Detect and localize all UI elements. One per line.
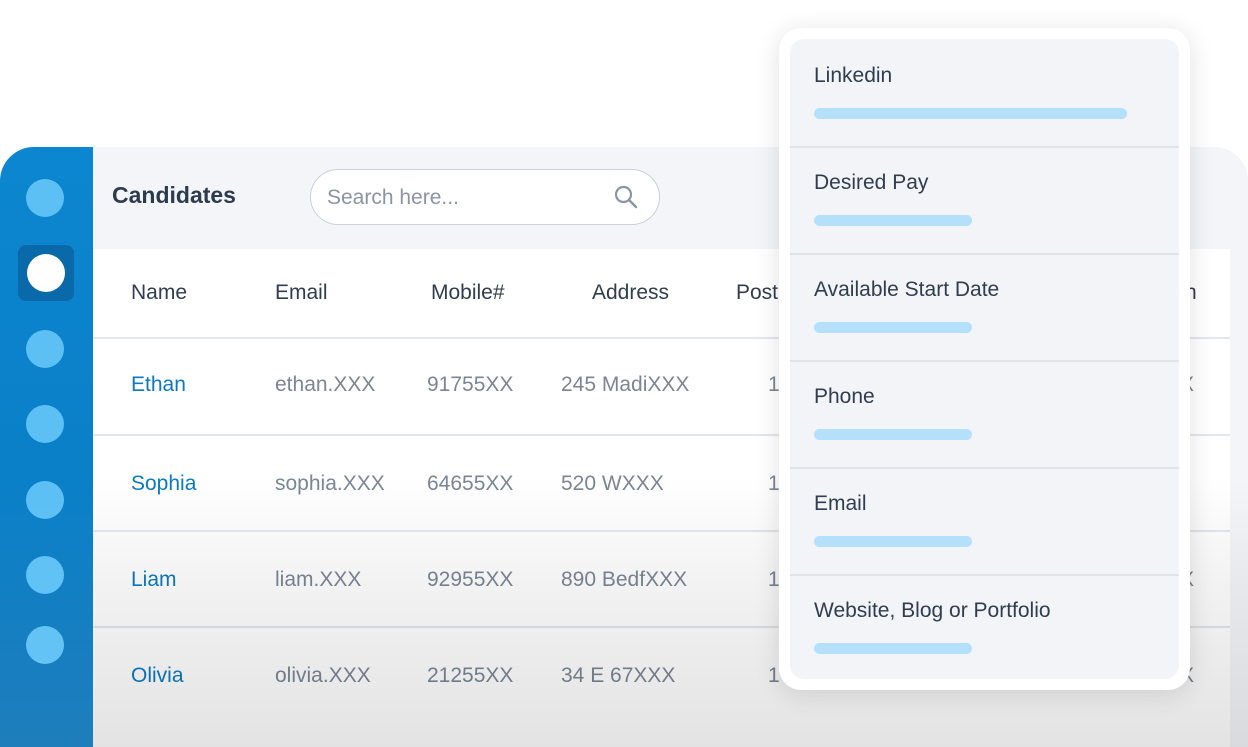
column-header-mobile[interactable]: Mobile# [431, 281, 505, 305]
sidebar-nav-item-7[interactable] [26, 626, 64, 664]
field-placeholder-bar [814, 215, 972, 226]
candidate-name-link[interactable]: Ethan [131, 373, 186, 397]
search-input[interactable]: Search here... [327, 186, 459, 210]
candidate-post: 1 [768, 664, 780, 687]
candidate-name-link[interactable]: Liam [131, 568, 177, 592]
field-option-desired-pay[interactable]: Desired Pay [790, 146, 1179, 255]
sidebar-nav-item-1[interactable] [26, 179, 64, 217]
field-placeholder-bar [814, 322, 972, 333]
candidate-name-link[interactable]: Sophia [131, 472, 196, 496]
field-placeholder-bar [814, 536, 972, 547]
candidate-address: 245 MadiXXX [561, 373, 690, 396]
sidebar-nav-item-active[interactable] [18, 245, 74, 301]
candidate-email: olivia.XXX [275, 664, 371, 687]
sidebar-nav-item-6[interactable] [26, 556, 64, 594]
field-label: Desired Pay [814, 171, 929, 194]
field-label: Email [814, 492, 867, 515]
field-placeholder-bar [814, 429, 972, 440]
page-title: Candidates [112, 182, 236, 208]
column-header-address[interactable]: Address [592, 281, 669, 305]
field-label: Available Start Date [814, 278, 1000, 301]
field-option-email[interactable]: Email [790, 467, 1179, 576]
active-nav-icon [27, 254, 65, 292]
column-header-post[interactable]: Post [736, 281, 778, 305]
candidate-mobile: 91755XX [427, 373, 514, 396]
field-option-phone[interactable]: Phone [790, 360, 1179, 469]
sidebar-nav-item-4[interactable] [26, 405, 64, 443]
field-placeholder-bar [814, 108, 1127, 119]
candidate-email: liam.XXX [275, 568, 362, 591]
candidate-address: 34 E 67XXX [561, 664, 676, 687]
candidate-mobile: 64655XX [427, 472, 514, 495]
candidate-name-link[interactable]: Olivia [131, 664, 184, 688]
candidate-email: sophia.XXX [275, 472, 385, 495]
candidate-post: 1 [768, 568, 780, 591]
candidate-email: ethan.XXX [275, 373, 376, 396]
field-placeholder-bar [814, 643, 972, 654]
sidebar-nav-item-5[interactable] [26, 481, 64, 519]
candidate-mobile: 21255XX [427, 664, 514, 687]
field-label: Website, Blog or Portfolio [814, 599, 1051, 622]
candidate-mobile: 92955XX [427, 568, 514, 591]
column-header-name[interactable]: Name [131, 281, 187, 305]
candidate-post: 1 [768, 373, 780, 396]
field-option-linkedin[interactable]: Linkedin [790, 39, 1179, 148]
sidebar [0, 147, 93, 747]
field-label: Linkedin [814, 64, 893, 87]
field-option-available-start-date[interactable]: Available Start Date [790, 253, 1179, 362]
field-options-list: Linkedin Desired Pay Available Start Dat… [790, 39, 1179, 679]
search-icon[interactable] [613, 184, 639, 210]
field-label: Phone [814, 385, 875, 408]
search-box[interactable]: Search here... [310, 169, 660, 225]
candidate-post: 1 [768, 472, 780, 495]
field-options-panel: Linkedin Desired Pay Available Start Dat… [779, 28, 1190, 690]
sidebar-nav-item-3[interactable] [26, 330, 64, 368]
field-option-website[interactable]: Website, Blog or Portfolio [790, 574, 1179, 679]
column-header-email[interactable]: Email [275, 281, 328, 305]
candidate-address: 520 WXXX [561, 472, 664, 495]
candidate-address: 890 BedfXXX [561, 568, 688, 591]
